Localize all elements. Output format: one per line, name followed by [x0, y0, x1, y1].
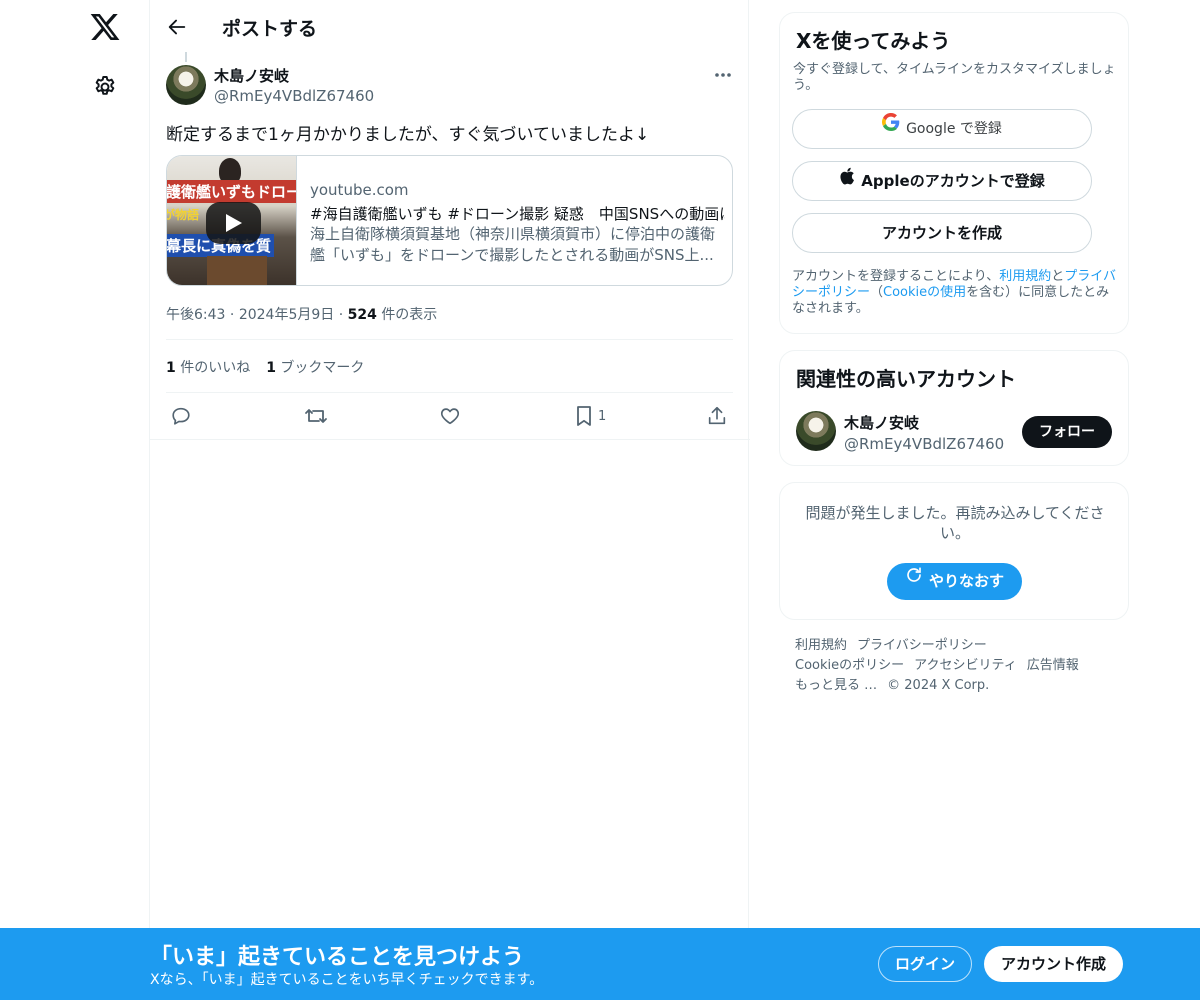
gear-icon[interactable]	[92, 74, 118, 100]
action-bar: 1	[150, 393, 750, 440]
views-label: 件の表示	[381, 307, 438, 323]
signup-title: Xを使ってみよう	[796, 29, 951, 53]
legal-text: アカウントを登録することにより、利用規約とプライバシーポリシー（Cookieの使…	[792, 269, 1120, 317]
banner-subtitle: Xなら、「いま」起きていることをいち早くチェックできます。	[150, 972, 544, 988]
bookmarks-label: ブックマーク	[280, 360, 365, 376]
apple-icon	[839, 161, 855, 199]
footer-link-cookie[interactable]: Cookieのポリシー	[795, 658, 904, 673]
legal-text-part: と	[1051, 269, 1065, 284]
apple-signup-button[interactable]: Appleのアカウントで登録	[792, 161, 1092, 201]
google-signup-label: Google で登録	[906, 121, 1002, 137]
bookmark-icon[interactable]	[574, 405, 594, 427]
likes-stat[interactable]: 1 件のいいね	[166, 360, 250, 376]
ellipsis-icon[interactable]	[710, 64, 736, 86]
footer-link-privacy[interactable]: プライバシーポリシー	[857, 638, 987, 653]
left-nav	[0, 0, 150, 1000]
post-date[interactable]: 2024年5月9日	[239, 307, 334, 323]
login-button[interactable]: ログイン	[878, 946, 972, 982]
signup-banner: 「いま」起きていることを見つけよう Xなら、「いま」起きていることをいち早くチェ…	[0, 928, 1200, 1000]
page-header: ポストする	[150, 0, 750, 53]
post-stats: 1 件のいいね 1 ブックマーク	[166, 357, 364, 377]
apple-signup-label: Appleのアカウントで登録	[861, 172, 1045, 190]
video-thumbnail[interactable]: 護衛艦いずもドロー が物語 幕長に真偽を質	[167, 156, 297, 285]
bookmark-action-count: 1	[598, 409, 607, 424]
signup-subtitle: 今すぐ登録して、タイムラインをカスタマイズしましょう。	[793, 62, 1116, 93]
divider	[166, 339, 733, 340]
likes-label: 件のいいね	[180, 360, 251, 376]
heart-icon[interactable]	[439, 405, 461, 427]
meta-separator: ·	[229, 307, 235, 323]
post-time[interactable]: 午後6:43	[166, 307, 225, 323]
related-account-name[interactable]: 木島ノ安岐	[844, 412, 919, 433]
thumbnail-caption: が物語	[167, 208, 200, 222]
terms-link[interactable]: 利用規約	[999, 269, 1051, 284]
arrow-left-icon[interactable]	[166, 16, 188, 38]
page-title: ポストする	[222, 18, 318, 40]
refresh-icon	[905, 561, 923, 598]
share-icon[interactable]	[706, 405, 728, 427]
signup-panel: Xを使ってみよう 今すぐ登録して、タイムラインをカスタマイズしましょう。 Goo…	[779, 12, 1129, 334]
views-count: 524	[347, 307, 377, 323]
copyright: © 2024 X Corp.	[887, 678, 990, 693]
legal-text-part: （	[870, 285, 884, 300]
google-icon	[882, 108, 900, 146]
reply-icon[interactable]	[170, 405, 192, 427]
repost-icon[interactable]	[304, 405, 328, 427]
main-column: ポストする 木島ノ安岐 @RmEy4VBdlZ67460 断定するまで1ヶ月かか…	[149, 0, 750, 1000]
signup-button[interactable]: アカウント作成	[984, 946, 1123, 982]
likes-count: 1	[166, 360, 176, 376]
footer-links: 利用規約 プライバシーポリシー Cookieのポリシー アクセシビリティ 広告情報 も…	[795, 636, 1115, 696]
post-text: 断定するまで1ヶ月かかりましたが、すぐ気づいていましたよ↓	[166, 125, 650, 145]
author-handle[interactable]: @RmEy4VBdlZ67460	[214, 87, 374, 105]
play-icon[interactable]	[206, 202, 261, 244]
author-name[interactable]: 木島ノ安岐	[214, 65, 289, 86]
card-title: #海自護衛艦いずも #ドローン撮影 疑惑 中国SNSへの動画は	[310, 205, 725, 223]
avatar[interactable]	[796, 411, 836, 451]
legal-text-part: アカウントを登録することにより、	[792, 269, 1000, 284]
error-message: 問題が発生しました。再読み込みしてください。	[805, 504, 1105, 542]
google-signup-button[interactable]: Google で登録	[792, 109, 1092, 149]
error-panel: 問題が発生しました。再読み込みしてください。 やりなおす	[779, 482, 1129, 620]
card-description: 海上自衛隊横須賀基地（神奈川県横須賀市）に停泊中の護衛艦「いずも」をドローンで撮…	[310, 225, 716, 264]
create-account-button[interactable]: アカウントを作成	[792, 213, 1092, 253]
thumbnail-caption: 護衛艦いずもドロー	[167, 180, 296, 203]
related-account-handle[interactable]: @RmEy4VBdlZ67460	[844, 435, 1004, 453]
x-logo-icon[interactable]	[89, 11, 121, 43]
banner-title: 「いま」起きていることを見つけよう	[150, 945, 525, 970]
footer-link-terms[interactable]: 利用規約	[795, 638, 847, 653]
card-domain: youtube.com	[310, 181, 409, 199]
thread-line	[185, 52, 187, 62]
follow-button[interactable]: フォロー	[1022, 416, 1112, 448]
avatar[interactable]	[166, 65, 206, 105]
footer-link-accessibility[interactable]: アクセシビリティ	[914, 658, 1017, 673]
retry-button[interactable]: やりなおす	[887, 563, 1022, 600]
related-title: 関連性の高いアカウント	[796, 367, 1016, 391]
bookmarks-count: 1	[266, 360, 276, 376]
post-meta: 午後6:43 · 2024年5月9日 · 524 件の表示	[166, 304, 437, 324]
link-card[interactable]: 護衛艦いずもドロー が物語 幕長に真偽を質 youtube.com #海自護衛艦…	[166, 155, 733, 286]
meta-separator: ·	[338, 307, 344, 323]
bookmarks-stat[interactable]: 1 ブックマーク	[266, 360, 364, 376]
thumbnail-podium	[207, 256, 267, 285]
related-accounts-panel: 関連性の高いアカウント 木島ノ安岐 @RmEy4VBdlZ67460 フォロー	[779, 350, 1129, 466]
retry-label: やりなおす	[928, 572, 1004, 590]
cookie-link[interactable]: Cookieの使用	[883, 285, 966, 300]
footer-link-ads[interactable]: 広告情報	[1027, 658, 1079, 673]
footer-link-more[interactable]: もっと見る …	[795, 678, 877, 693]
